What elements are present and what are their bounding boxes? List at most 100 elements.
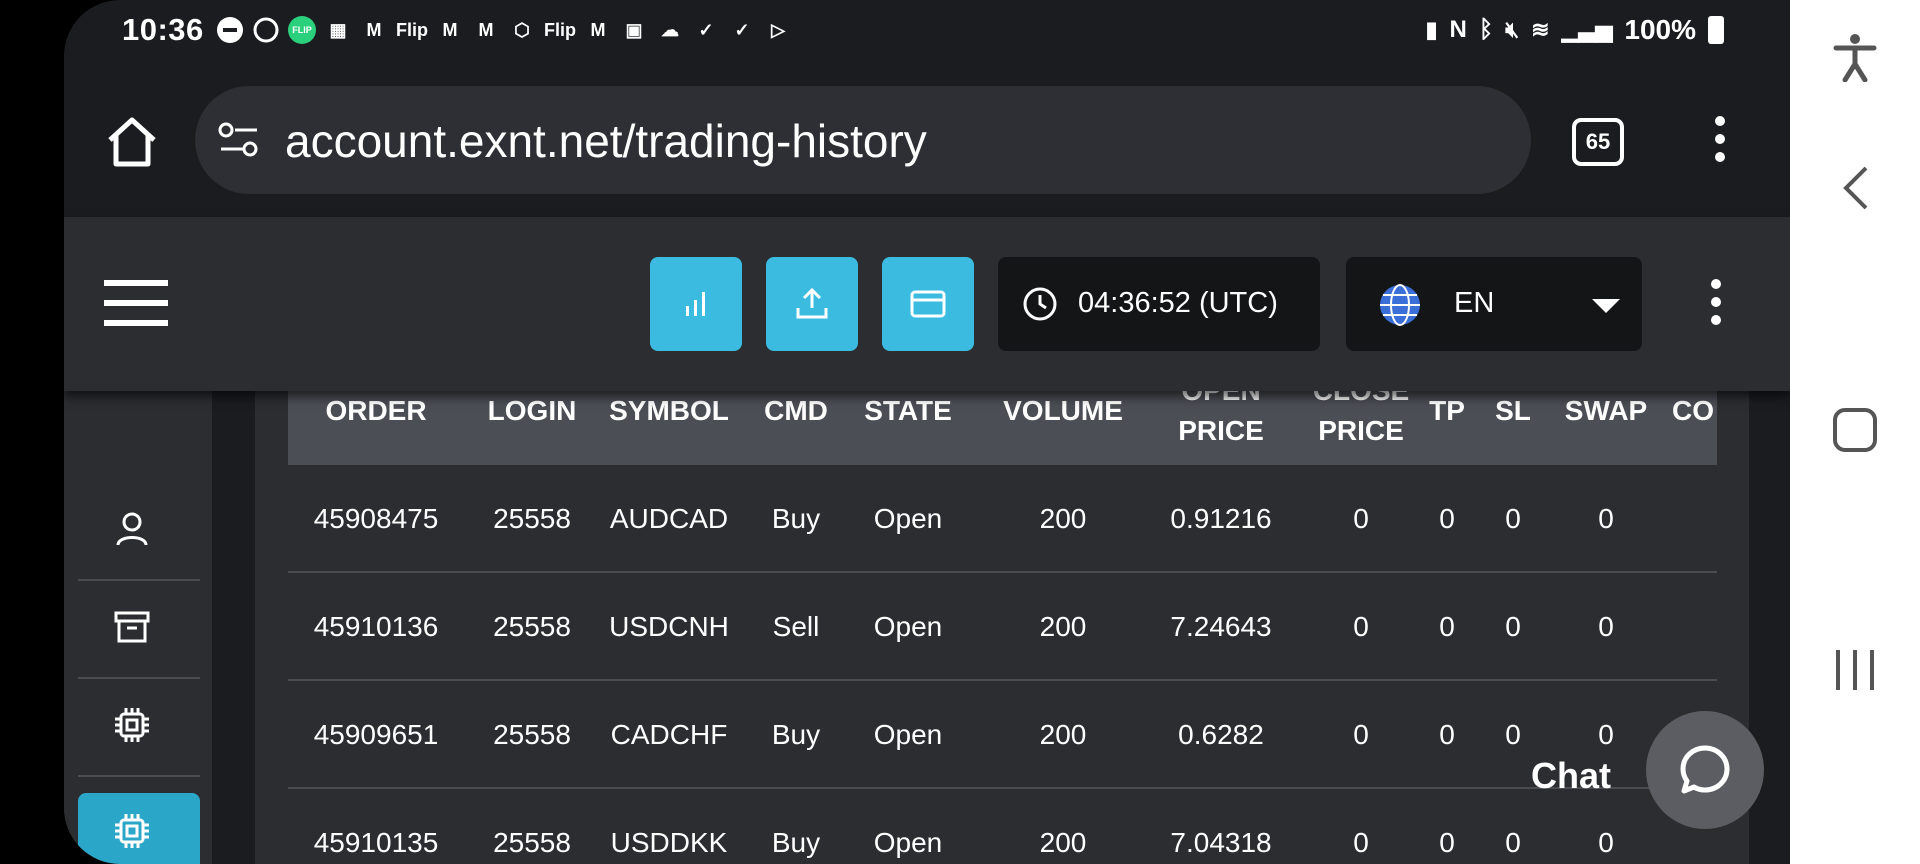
cell-login: 25558	[493, 719, 571, 750]
trading-history-table: ORDER LOGIN SYMBOL CMD STATE VOLUME OPEN…	[288, 391, 1717, 864]
column-header-state[interactable]: STATE	[850, 395, 966, 427]
cell-login: 25558	[493, 503, 571, 534]
cell-tp: 0	[1439, 827, 1455, 858]
cell-swap: 0	[1598, 719, 1614, 750]
language-select[interactable]: EN	[1346, 257, 1642, 351]
sidebar-item-trading-history[interactable]	[78, 793, 200, 864]
payment-button[interactable]	[882, 257, 974, 351]
gmail-icon: M	[366, 20, 382, 40]
cell-cmd: Buy	[771, 503, 821, 534]
status-time: 10:36	[122, 12, 204, 47]
mute-icon: 🔇︎	[1505, 17, 1520, 42]
gmail-icon: M	[478, 20, 494, 40]
cell-volume: 200	[1039, 827, 1087, 858]
column-header-order[interactable]: ORDER	[288, 395, 464, 427]
whatsapp-icon	[252, 16, 280, 44]
column-header-close-price-line1[interactable]: CLOSE	[1298, 391, 1424, 407]
gmail-icon: M	[442, 20, 458, 40]
column-header-cmd[interactable]: CMD	[752, 395, 840, 427]
column-header-tp[interactable]: TP	[1422, 395, 1472, 427]
image-icon: ▣	[625, 20, 643, 40]
cell-open-price: 7.24643	[1170, 611, 1272, 642]
cell-symbol: AUDCAD	[609, 503, 729, 534]
upload-button[interactable]	[766, 257, 858, 351]
sidebar	[64, 391, 212, 864]
column-header-close-price-line2[interactable]: PRICE	[1298, 415, 1424, 447]
row-divider	[288, 679, 1717, 681]
tab-switcher-button[interactable]: 65	[1572, 118, 1624, 166]
flip-text-icon: Flip	[544, 20, 576, 40]
android-nav-bar	[1790, 0, 1920, 864]
column-header-symbol[interactable]: SYMBOL	[595, 395, 743, 427]
chevron-down-icon	[1592, 299, 1620, 313]
chat-label[interactable]: Chat	[1531, 755, 1611, 797]
check-circle-icon: ✓	[698, 20, 714, 40]
site-settings-icon[interactable]	[217, 120, 261, 160]
home-nav-icon[interactable]	[1832, 407, 1878, 453]
cell-volume: 200	[1039, 503, 1087, 534]
cell-state: Open	[873, 719, 943, 750]
sidebar-item-profile[interactable]	[78, 483, 200, 581]
cell-volume: 200	[1039, 611, 1087, 642]
column-header-open-price-line1[interactable]: OPEN	[1158, 391, 1284, 407]
chip-icon	[115, 708, 149, 742]
sidebar-item-archive[interactable]	[78, 581, 200, 679]
cell-open-price: 7.04318	[1170, 827, 1272, 858]
bluetooth-icon: ᛒ	[1478, 16, 1494, 43]
cell-symbol: USDCNH	[609, 611, 729, 642]
menu-button[interactable]	[104, 280, 168, 340]
cell-sl: 0	[1505, 503, 1521, 534]
cell-state: Open	[873, 611, 943, 642]
archive-icon	[114, 611, 150, 643]
column-header-open-price-line2[interactable]: PRICE	[1158, 415, 1284, 447]
signal-icon: ▁▃▅	[1561, 17, 1613, 42]
battery-icon	[1708, 16, 1724, 44]
globe-icon	[1380, 284, 1420, 326]
cell-order: 45910135	[313, 827, 439, 858]
cell-cmd: Buy	[771, 827, 821, 858]
notification-icons: FLIP ▦ M Flip M M ⬡ Flip M ▣ ☁ ✓ ✓ ▷	[216, 16, 792, 44]
app-menu-button[interactable]	[1711, 279, 1721, 333]
table-header: ORDER LOGIN SYMBOL CMD STATE VOLUME OPEN…	[288, 391, 1717, 465]
cell-open-price: 0.6282	[1178, 719, 1264, 750]
gmail-icon: M	[590, 20, 606, 40]
chart-button[interactable]	[650, 257, 742, 351]
sidebar-item-platform[interactable]	[78, 679, 200, 777]
app-toolbar: 04:36:52 (UTC) EN	[64, 217, 1790, 391]
bar-chart-icon	[686, 292, 705, 316]
column-header-login[interactable]: LOGIN	[473, 395, 591, 427]
nfc-icon: N	[1449, 16, 1467, 43]
phone-screen: 10:36 FLIP ▦ M Flip M M ⬡ Flip M ▣ ☁ ✓ ✓…	[64, 0, 1790, 864]
dnd-icon	[216, 16, 244, 44]
browser-menu-button[interactable]	[1715, 116, 1725, 170]
row-divider	[288, 787, 1717, 789]
column-header-sl[interactable]: SL	[1486, 395, 1540, 427]
cell-login: 25558	[493, 827, 571, 858]
upload-icon	[796, 287, 828, 319]
url-text[interactable]: account.exnt.net/trading-history	[285, 114, 927, 168]
back-icon[interactable]	[1838, 164, 1872, 212]
address-bar[interactable]: account.exnt.net/trading-history	[195, 86, 1531, 194]
clock-icon	[1023, 287, 1057, 321]
home-button[interactable]	[104, 114, 160, 170]
chip-icon	[115, 814, 149, 848]
column-header-volume[interactable]: VOLUME	[975, 395, 1151, 427]
recents-icon[interactable]	[1832, 648, 1878, 692]
cell-symbol: USDDKK	[610, 827, 728, 858]
home-icon	[108, 117, 156, 167]
chat-button[interactable]	[1646, 711, 1764, 829]
cell-close-price: 0	[1353, 611, 1369, 642]
wifi-icon: ≋	[1531, 17, 1550, 42]
cell-order: 45909651	[313, 719, 439, 750]
shield-icon: ⬡	[514, 20, 530, 40]
flip-app-icon: FLIP	[288, 16, 316, 44]
cell-sl: 0	[1505, 827, 1521, 858]
column-header-commission[interactable]: CO	[1672, 395, 1717, 427]
cell-order: 45908475	[313, 503, 439, 534]
cell-close-price: 0	[1353, 827, 1369, 858]
cloud-icon: ☁	[661, 20, 679, 40]
cards-icon: ▦	[329, 20, 347, 40]
cell-open-price: 0.91216	[1170, 503, 1272, 534]
accessibility-icon[interactable]	[1832, 32, 1878, 82]
column-header-swap[interactable]: SWAP	[1552, 395, 1660, 427]
